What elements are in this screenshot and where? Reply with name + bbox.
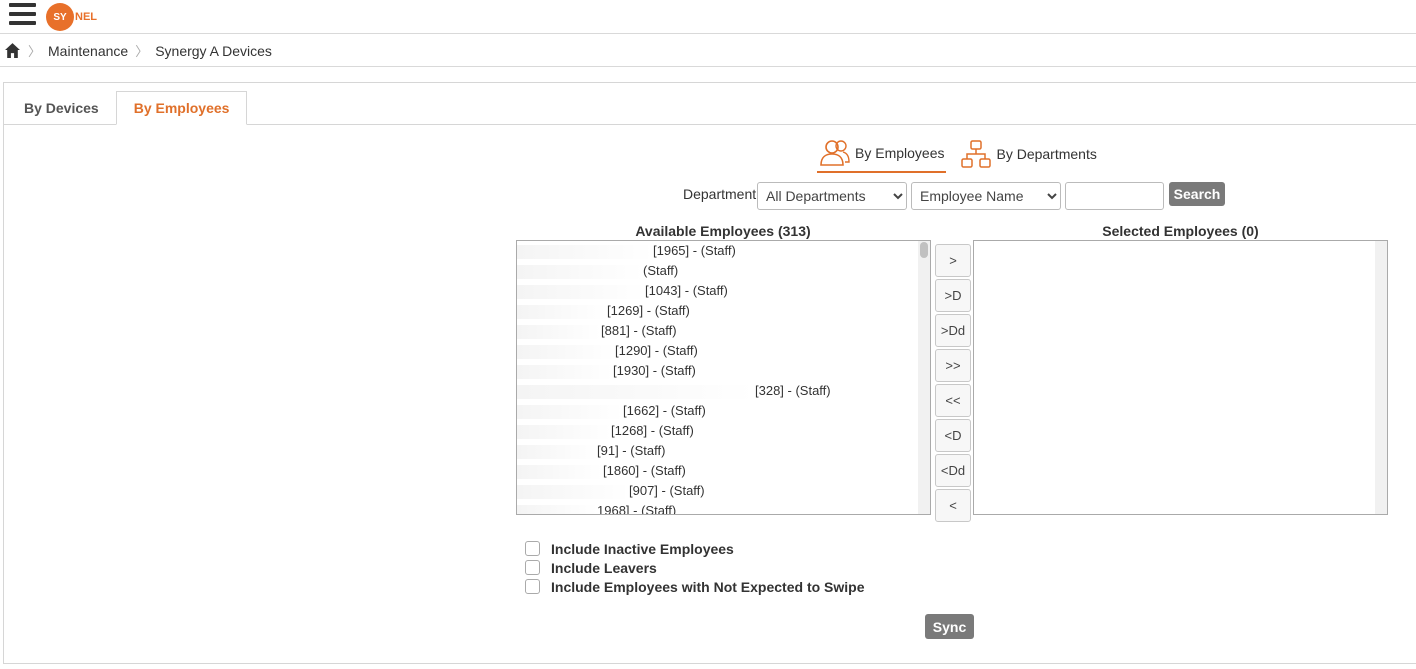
breadcrumb: 〉 Maintenance 〉 Synergy A Devices xyxy=(0,35,1416,67)
employee-label: [1290] - (Staff) xyxy=(615,343,698,358)
list-item[interactable]: [91] - (Staff) xyxy=(517,441,930,461)
include-inactive-option[interactable]: Include Inactive Employees xyxy=(525,539,865,558)
employee-label: [1930] - (Staff) xyxy=(613,363,696,378)
employee-label: [1662] - (Staff) xyxy=(623,403,706,418)
include-not-expected-label: Include Employees with Not Expected to S… xyxy=(551,578,865,595)
redacted-name xyxy=(517,404,623,419)
redacted-name xyxy=(517,504,597,514)
redacted-name xyxy=(517,304,607,319)
employee-label: [1043] - (Staff) xyxy=(645,283,728,298)
include-leavers-option[interactable]: Include Leavers xyxy=(525,558,865,577)
department-label: Department xyxy=(683,186,757,202)
tab-by-employees[interactable]: By Employees xyxy=(115,91,248,125)
redacted-name xyxy=(517,444,597,459)
employee-label: [1268] - (Staff) xyxy=(611,423,694,438)
include-not-expected-checkbox[interactable] xyxy=(525,579,540,594)
move-all-left-button[interactable]: << xyxy=(935,384,971,417)
sort-field-select[interactable]: Employee Name xyxy=(911,182,1061,210)
list-item[interactable]: [881] - (Staff) xyxy=(517,321,930,341)
employee-label: [881] - (Staff) xyxy=(601,323,677,338)
redacted-name xyxy=(517,384,755,399)
scrollbar[interactable] xyxy=(1375,241,1387,514)
sync-button[interactable]: Sync xyxy=(925,614,974,639)
employee-label: [1269] - (Staff) xyxy=(607,303,690,318)
breadcrumb-item-maintenance[interactable]: Maintenance xyxy=(48,43,128,59)
employee-label: 1968] - (Staff) xyxy=(597,503,677,515)
employee-label: [1965] - (Staff) xyxy=(653,243,736,258)
top-bar: SY NEL xyxy=(0,0,1416,34)
redacted-name xyxy=(517,324,601,339)
list-item[interactable]: [1860] - (Staff) xyxy=(517,461,930,481)
employee-label: [328] - (Staff) xyxy=(755,383,831,398)
breadcrumb-separator-icon: 〉 xyxy=(135,44,149,59)
list-item[interactable]: [1965] - (Staff) xyxy=(517,241,930,261)
move-department-right-button[interactable]: >D xyxy=(935,279,971,312)
available-employees-title: Available Employees (313) xyxy=(635,223,811,239)
breadcrumb-item-current: Synergy A Devices xyxy=(155,42,272,59)
synel-logo[interactable]: SY NEL xyxy=(46,2,97,32)
org-chart-icon xyxy=(961,140,992,168)
employee-label: (Staff) xyxy=(643,263,679,278)
breadcrumb-separator-icon: 〉 xyxy=(28,44,42,59)
scrollbar[interactable] xyxy=(918,241,930,514)
move-department-left-button[interactable]: <D xyxy=(935,419,971,452)
redacted-name xyxy=(517,424,611,439)
redacted-name xyxy=(517,464,603,479)
redacted-name xyxy=(517,364,613,379)
redacted-name xyxy=(517,484,629,499)
search-button[interactable]: Search xyxy=(1169,182,1225,206)
redacted-name xyxy=(517,264,643,279)
menu-icon[interactable] xyxy=(9,3,36,31)
redacted-name xyxy=(517,244,653,259)
list-item[interactable]: [328] - (Staff) xyxy=(517,381,930,401)
move-selected-right-button[interactable]: > xyxy=(935,244,971,277)
list-item[interactable]: (Staff) xyxy=(517,261,930,281)
include-leavers-checkbox[interactable] xyxy=(525,560,540,575)
list-item[interactable]: [1662] - (Staff) xyxy=(517,401,930,421)
logo-text: NEL xyxy=(75,11,97,23)
redacted-name xyxy=(517,284,645,299)
mode-by-employees[interactable]: By Employees xyxy=(817,135,947,173)
employee-label: [91] - (Staff) xyxy=(597,443,666,458)
transfer-buttons: > >D >Dd >> << <D <Dd < xyxy=(935,244,971,524)
list-item[interactable]: [907] - (Staff) xyxy=(517,481,930,501)
scrollbar-thumb[interactable] xyxy=(920,242,928,258)
logo-mark: SY xyxy=(46,3,74,31)
available-employees-rows: [1965] - (Staff) (Staff) [1043] - (Staff) [… xyxy=(517,241,930,515)
tab-by-devices[interactable]: By Devices xyxy=(7,91,116,125)
list-item[interactable]: [1043] - (Staff) xyxy=(517,281,930,301)
home-icon[interactable] xyxy=(4,42,21,59)
tab-bar: By Devices By Employees xyxy=(7,91,248,125)
employee-label: [1860] - (Staff) xyxy=(603,463,686,478)
redacted-name xyxy=(517,344,615,359)
list-item[interactable]: 1968] - (Staff) xyxy=(517,501,930,515)
mode-by-departments[interactable]: By Departments xyxy=(958,135,1098,173)
include-not-expected-option[interactable]: Include Employees with Not Expected to S… xyxy=(525,577,865,596)
selected-employees-title: Selected Employees (0) xyxy=(1102,223,1259,239)
list-item[interactable]: [1930] - (Staff) xyxy=(517,361,930,381)
users-icon xyxy=(820,140,850,166)
employee-label: [907] - (Staff) xyxy=(629,483,705,498)
available-employees-list[interactable]: [1965] - (Staff) (Staff) [1043] - (Staff) [… xyxy=(516,240,931,515)
list-item[interactable]: [1290] - (Staff) xyxy=(517,341,930,361)
move-department-deep-right-button[interactable]: >Dd xyxy=(935,314,971,347)
move-selected-left-button[interactable]: < xyxy=(935,489,971,522)
list-item[interactable]: [1268] - (Staff) xyxy=(517,421,930,441)
mode-by-departments-label: By Departments xyxy=(996,146,1097,162)
selected-employees-list[interactable] xyxy=(973,240,1388,515)
move-all-right-button[interactable]: >> xyxy=(935,349,971,382)
department-select[interactable]: All Departments xyxy=(757,182,907,210)
include-inactive-label: Include Inactive Employees xyxy=(551,540,734,557)
include-inactive-checkbox[interactable] xyxy=(525,541,540,556)
list-item[interactable]: [1269] - (Staff) xyxy=(517,301,930,321)
move-department-deep-left-button[interactable]: <Dd xyxy=(935,454,971,487)
mode-switch: By Employees By Departments xyxy=(817,135,1099,175)
search-input[interactable] xyxy=(1065,182,1164,210)
options-checkboxes: Include Inactive Employees Include Leave… xyxy=(525,539,865,596)
main-panel: By Devices By Employees By Employees By … xyxy=(3,82,1416,664)
include-leavers-label: Include Leavers xyxy=(551,559,657,576)
mode-by-employees-label: By Employees xyxy=(855,145,945,161)
